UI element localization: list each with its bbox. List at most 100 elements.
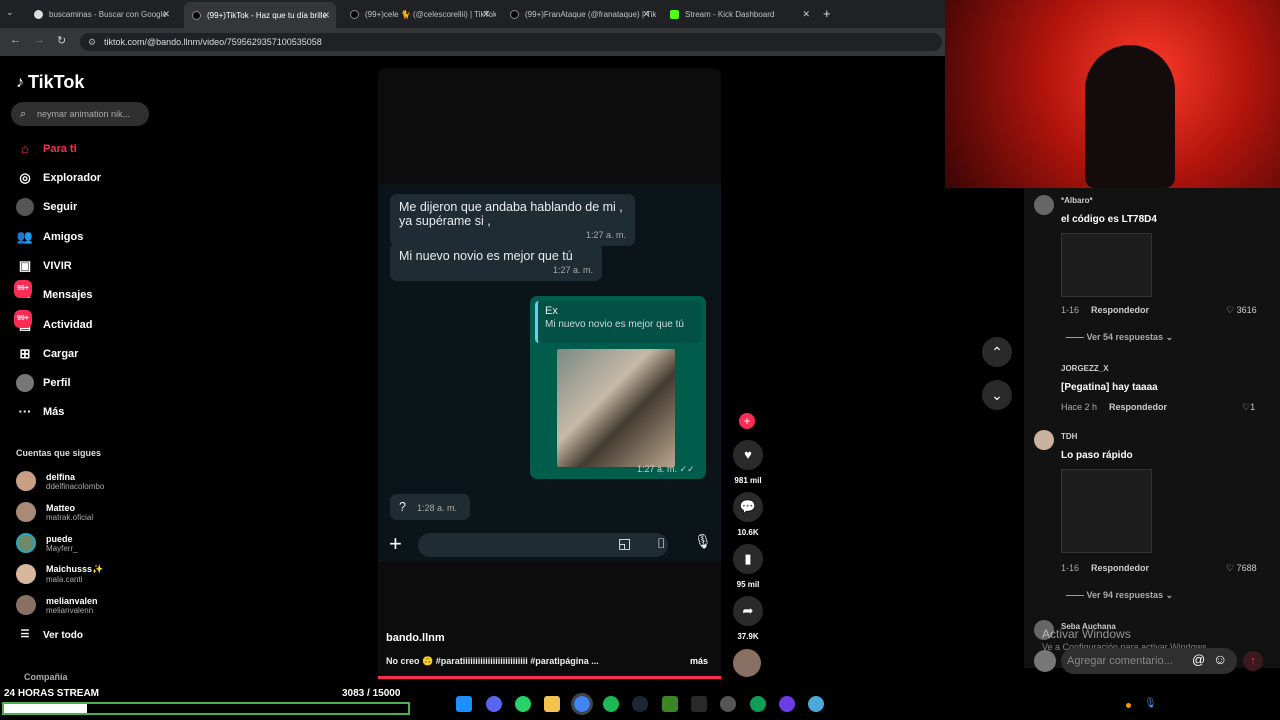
comment-meta: Hace 2 h Respondedor <box>1061 402 1167 412</box>
share-button[interactable]: ➦ <box>733 596 763 626</box>
app-icon-2[interactable] <box>808 696 824 712</box>
comment-user[interactable]: TDH <box>1061 432 1077 441</box>
save-button[interactable]: ▮ <box>733 544 763 574</box>
comment-like[interactable]: ♡1 <box>1242 402 1255 413</box>
reply-button[interactable]: Respondedor <box>1091 563 1149 573</box>
comment-button[interactable]: 💬 <box>733 492 763 522</box>
nav-perfil[interactable]: Perfil <box>16 373 71 393</box>
chevron-down-icon[interactable]: ⌄ <box>982 380 1012 410</box>
close-icon[interactable]: ✕ <box>642 9 650 20</box>
minecraft-icon[interactable] <box>662 696 678 712</box>
tab-label: Stream - Kick Dashboard <box>685 9 775 19</box>
nav-mas[interactable]: ··· Más <box>16 402 65 422</box>
nav-seguir[interactable]: Seguir <box>16 197 77 217</box>
obs-icon[interactable] <box>720 696 736 712</box>
tab-label: (99+)cele 🐈 (@celescorellii) | TikTok <box>365 9 496 19</box>
send-icon[interactable]: ↑ <box>1243 651 1263 671</box>
back-icon[interactable]: ← <box>10 34 21 46</box>
nav-explorador[interactable]: ◎ Explorador <box>16 168 101 188</box>
nav-actividad[interactable]: ▤99+ Actividad <box>14 310 93 335</box>
comment-image[interactable] <box>1061 233 1152 297</box>
mention-icon[interactable]: @ <box>1192 652 1205 667</box>
more-button[interactable]: más <box>690 656 708 666</box>
video-author[interactable]: bando.llnm <box>386 632 445 644</box>
quoted-message: Ex Mi nuevo novio es mejor que tú <box>535 301 701 343</box>
address-bar[interactable]: tiktok.com/@bando.llnm/video/75956293571… <box>80 33 942 51</box>
nav-amigos[interactable]: 👥 Amigos <box>16 227 83 247</box>
nav-label: Más <box>43 406 65 418</box>
avatar[interactable] <box>1034 195 1054 215</box>
comment-user[interactable]: JORGEZZ_X <box>1061 364 1109 373</box>
tab-google[interactable]: buscaminas - Buscar con Google ✕ <box>26 4 176 24</box>
nav-cargar[interactable]: ⊞ Cargar <box>16 344 79 364</box>
video-progress[interactable] <box>378 676 721 679</box>
reply-button[interactable]: Respondedor <box>1091 305 1149 315</box>
nav-mensajes[interactable]: ✉99+ Mensajes <box>14 280 93 305</box>
tiktok-logo[interactable]: ♪ TikTok <box>16 72 84 93</box>
reload-icon[interactable]: ↻ <box>57 34 66 47</box>
new-tab-button[interactable]: + <box>823 6 831 21</box>
music-disc-avatar[interactable] <box>733 649 761 677</box>
forward-icon[interactable]: → <box>34 34 45 46</box>
meme-image <box>557 349 675 467</box>
close-icon[interactable]: ✕ <box>802 9 810 20</box>
windows-watermark-title: Activar Windows <box>1042 627 1131 641</box>
follow-plus-icon[interactable]: + <box>739 413 755 429</box>
comment-input[interactable]: Agregar comentario... <box>1061 648 1237 674</box>
sticker-icon: ◱ <box>618 535 632 551</box>
close-icon[interactable]: ✕ <box>322 10 330 21</box>
reply-button[interactable]: Respondedor <box>1109 402 1167 412</box>
nav-para-ti[interactable]: ⌂ Para ti <box>16 139 77 159</box>
avatar[interactable] <box>1034 430 1054 450</box>
chevron-up-icon[interactable]: ⌃ <box>982 337 1012 367</box>
comment-text: Lo paso rápido <box>1061 450 1133 461</box>
like-count: 981 mil <box>734 476 762 485</box>
tab-tiktok[interactable]: (99+)TikTok - Haz que tu día brille ✕ <box>184 2 336 28</box>
upload-icon: ⊞ <box>19 346 31 361</box>
search-input[interactable]: ⌕ neymar animation nik... <box>11 102 149 126</box>
spotify-icon[interactable] <box>603 696 619 712</box>
stream-count-value: 3083 <box>342 688 365 699</box>
tab-label: (99+)FranAtaque (@franataque) | TikTok <box>525 9 656 19</box>
company-link[interactable]: Compañía <box>24 672 68 682</box>
comment-user[interactable]: *Albaro* <box>1061 196 1093 205</box>
edge-icon[interactable] <box>750 696 766 712</box>
comment-image[interactable] <box>1061 469 1152 553</box>
comment-like[interactable]: ♡ 7688 <box>1226 563 1257 574</box>
view-replies-label: Ver 94 respuestas <box>1086 590 1164 600</box>
discord-icon[interactable] <box>486 696 502 712</box>
streamer-silhouette <box>1085 45 1175 188</box>
following-account[interactable]: puede Mayferr_ <box>16 530 78 556</box>
chrome-icon[interactable] <box>571 693 593 715</box>
close-icon[interactable]: ✕ <box>162 9 170 20</box>
following-account[interactable]: Maichusss✨ mala.canti <box>16 561 103 587</box>
close-icon[interactable]: ✕ <box>482 9 490 20</box>
tab-cele[interactable]: (99+)cele 🐈 (@celescorellii) | TikTok ✕ <box>342 4 496 24</box>
windows-start-icon[interactable] <box>456 696 472 712</box>
tab-search-icon[interactable]: ⌄ <box>6 7 14 18</box>
view-replies[interactable]: —— Ver 54 respuestas ⌄ <box>1066 332 1173 343</box>
tab-franataque[interactable]: (99+)FranAtaque (@franataque) | TikTok ✕ <box>502 4 656 24</box>
following-account[interactable]: delfina ddelfinacolombo <box>16 468 104 494</box>
share-count: 37.9K <box>737 632 759 641</box>
see-all-button[interactable]: ☰ Ver todo <box>16 625 84 645</box>
comment-placeholder: Agregar comentario... <box>1067 655 1173 667</box>
avatar <box>16 564 36 584</box>
epic-games-icon[interactable] <box>691 696 707 712</box>
emoji-icon[interactable]: ☺ <box>1213 651 1227 667</box>
nav-vivir[interactable]: ▣ VIVIR <box>16 256 72 276</box>
whatsapp-icon[interactable] <box>515 696 531 712</box>
comment-like[interactable]: ♡ 3616 <box>1226 305 1257 316</box>
search-icon: ⌕ <box>20 108 27 120</box>
steam-icon[interactable] <box>632 696 648 712</box>
view-replies[interactable]: —— Ver 94 respuestas ⌄ <box>1066 590 1173 601</box>
following-account[interactable]: melianvalen melianvalenn <box>16 592 98 618</box>
app-icon[interactable] <box>779 696 795 712</box>
message-text: Mi nuevo novio es mejor que tú <box>399 249 573 263</box>
like-button[interactable]: ♥ <box>733 440 763 470</box>
following-account[interactable]: Matteo matrak.oficial <box>16 499 93 525</box>
tray-icon[interactable]: 🎙 <box>1144 698 1157 709</box>
tab-kick[interactable]: Stream - Kick Dashboard ✕ <box>662 4 816 24</box>
file-explorer-icon[interactable] <box>544 696 560 712</box>
site-info-icon[interactable]: ⚙ <box>88 37 96 48</box>
